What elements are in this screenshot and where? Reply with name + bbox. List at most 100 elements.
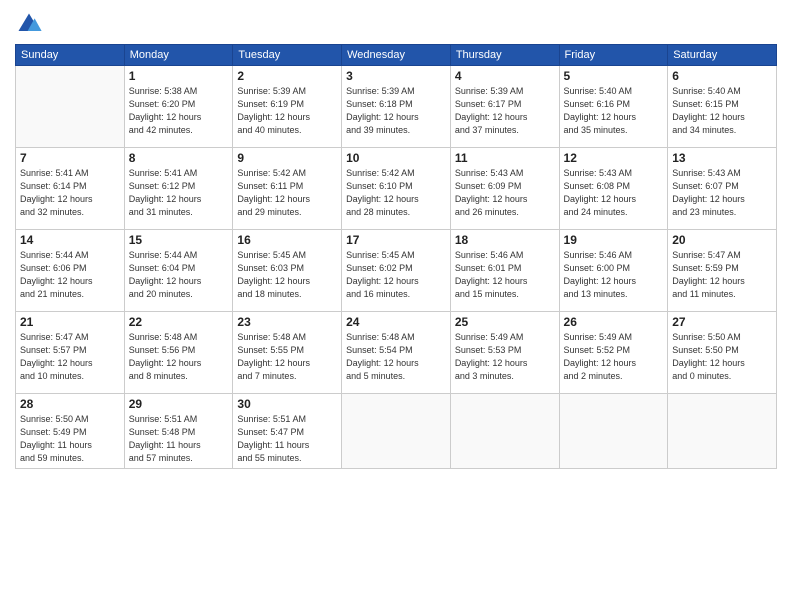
weekday-header-friday: Friday — [559, 45, 668, 66]
day-info: Sunrise: 5:42 AMSunset: 6:10 PMDaylight:… — [346, 167, 446, 219]
day-number: 25 — [455, 315, 555, 329]
calendar-cell: 24 Sunrise: 5:48 AMSunset: 5:54 PMDayligh… — [342, 312, 451, 394]
calendar-cell: 4 Sunrise: 5:39 AMSunset: 6:17 PMDaylight… — [450, 66, 559, 148]
calendar-cell: 1Sunrise: 5:38 AMSunset: 6:20 PMDaylight… — [124, 66, 233, 148]
week-row-1: 1Sunrise: 5:38 AMSunset: 6:20 PMDaylight… — [16, 66, 777, 148]
day-number: 30 — [237, 397, 337, 411]
calendar-cell: 14 Sunrise: 5:44 AMSunset: 6:06 PMDayligh… — [16, 230, 125, 312]
calendar-cell: 13 Sunrise: 5:43 AMSunset: 6:07 PMDayligh… — [668, 148, 777, 230]
day-number: 14 — [20, 233, 120, 247]
weekday-header-row: SundayMondayTuesdayWednesdayThursdayFrid… — [16, 45, 777, 66]
calendar-cell: 26 Sunrise: 5:49 AMSunset: 5:52 PMDayligh… — [559, 312, 668, 394]
calendar-cell: 30 Sunrise: 5:51 AMSunset: 5:47 PMDayligh… — [233, 394, 342, 469]
day-info: Sunrise: 5:46 AMSunset: 6:01 PMDaylight:… — [455, 249, 555, 301]
day-info: Sunrise: 5:44 AMSunset: 6:06 PMDaylight:… — [20, 249, 120, 301]
calendar-cell: 11 Sunrise: 5:43 AMSunset: 6:09 PMDayligh… — [450, 148, 559, 230]
calendar-cell: 20 Sunrise: 5:47 AMSunset: 5:59 PMDayligh… — [668, 230, 777, 312]
day-info: Sunrise: 5:51 AMSunset: 5:47 PMDaylight:… — [237, 413, 337, 465]
calendar-cell: 9 Sunrise: 5:42 AMSunset: 6:11 PMDaylight… — [233, 148, 342, 230]
day-info: Sunrise: 5:50 AMSunset: 5:50 PMDaylight:… — [672, 331, 772, 383]
weekday-header-saturday: Saturday — [668, 45, 777, 66]
day-number: 16 — [237, 233, 337, 247]
day-info: Sunrise: 5:49 AMSunset: 5:53 PMDaylight:… — [455, 331, 555, 383]
page: SundayMondayTuesdayWednesdayThursdayFrid… — [0, 0, 792, 612]
calendar-cell: 18 Sunrise: 5:46 AMSunset: 6:01 PMDayligh… — [450, 230, 559, 312]
calendar-cell: 19 Sunrise: 5:46 AMSunset: 6:00 PMDayligh… — [559, 230, 668, 312]
day-info: Sunrise: 5:39 AMSunset: 6:19 PMDaylight:… — [237, 85, 337, 137]
calendar-cell: 2Sunrise: 5:39 AMSunset: 6:19 PMDaylight… — [233, 66, 342, 148]
week-row-4: 21Sunrise: 5:47 AMSunset: 5:57 PMDayligh… — [16, 312, 777, 394]
weekday-header-tuesday: Tuesday — [233, 45, 342, 66]
calendar-cell: 16 Sunrise: 5:45 AMSunset: 6:03 PMDayligh… — [233, 230, 342, 312]
day-number: 17 — [346, 233, 446, 247]
calendar-cell: 23 Sunrise: 5:48 AMSunset: 5:55 PMDayligh… — [233, 312, 342, 394]
calendar-cell — [450, 394, 559, 469]
weekday-header-sunday: Sunday — [16, 45, 125, 66]
day-info: Sunrise: 5:44 AMSunset: 6:04 PMDaylight:… — [129, 249, 229, 301]
day-info: Sunrise: 5:45 AMSunset: 6:02 PMDaylight:… — [346, 249, 446, 301]
calendar-cell — [668, 394, 777, 469]
day-number: 11 — [455, 151, 555, 165]
day-info: Sunrise: 5:43 AMSunset: 6:07 PMDaylight:… — [672, 167, 772, 219]
day-info: Sunrise: 5:41 AMSunset: 6:12 PMDaylight:… — [129, 167, 229, 219]
logo — [15, 10, 47, 38]
calendar-cell: 28 Sunrise: 5:50 AMSunset: 5:49 PMDayligh… — [16, 394, 125, 469]
day-info: Sunrise: 5:43 AMSunset: 6:09 PMDaylight:… — [455, 167, 555, 219]
calendar-cell: 21Sunrise: 5:47 AMSunset: 5:57 PMDayligh… — [16, 312, 125, 394]
day-number: 26 — [564, 315, 664, 329]
day-info: Sunrise: 5:39 AMSunset: 6:17 PMDaylight:… — [455, 85, 555, 137]
day-number: 19 — [564, 233, 664, 247]
day-info: Sunrise: 5:40 AMSunset: 6:15 PMDaylight:… — [672, 85, 772, 137]
day-number: 7 — [20, 151, 120, 165]
day-number: 24 — [346, 315, 446, 329]
day-info: Sunrise: 5:38 AMSunset: 6:20 PMDaylight:… — [129, 85, 229, 137]
day-number: 29 — [129, 397, 229, 411]
calendar-cell: 7 Sunrise: 5:41 AMSunset: 6:14 PMDaylight… — [16, 148, 125, 230]
day-info: Sunrise: 5:48 AMSunset: 5:56 PMDaylight:… — [129, 331, 229, 383]
day-number: 10 — [346, 151, 446, 165]
day-info: Sunrise: 5:46 AMSunset: 6:00 PMDaylight:… — [564, 249, 664, 301]
day-info: Sunrise: 5:41 AMSunset: 6:14 PMDaylight:… — [20, 167, 120, 219]
calendar-cell — [342, 394, 451, 469]
week-row-5: 28 Sunrise: 5:50 AMSunset: 5:49 PMDayligh… — [16, 394, 777, 469]
day-number: 15 — [129, 233, 229, 247]
day-number: 13 — [672, 151, 772, 165]
weekday-header-thursday: Thursday — [450, 45, 559, 66]
weekday-header-monday: Monday — [124, 45, 233, 66]
day-info: Sunrise: 5:43 AMSunset: 6:08 PMDaylight:… — [564, 167, 664, 219]
calendar-cell: 27 Sunrise: 5:50 AMSunset: 5:50 PMDayligh… — [668, 312, 777, 394]
day-number: 27 — [672, 315, 772, 329]
day-number: 22 — [129, 315, 229, 329]
day-number: 20 — [672, 233, 772, 247]
day-info: Sunrise: 5:48 AMSunset: 5:54 PMDaylight:… — [346, 331, 446, 383]
header — [15, 10, 777, 38]
calendar-cell: 22 Sunrise: 5:48 AMSunset: 5:56 PMDayligh… — [124, 312, 233, 394]
calendar-cell: 17 Sunrise: 5:45 AMSunset: 6:02 PMDayligh… — [342, 230, 451, 312]
day-number: 3 — [346, 69, 446, 83]
day-number: 4 — [455, 69, 555, 83]
day-number: 28 — [20, 397, 120, 411]
calendar-cell: 15 Sunrise: 5:44 AMSunset: 6:04 PMDayligh… — [124, 230, 233, 312]
calendar-cell: 8Sunrise: 5:41 AMSunset: 6:12 PMDaylight… — [124, 148, 233, 230]
day-info: Sunrise: 5:47 AMSunset: 5:59 PMDaylight:… — [672, 249, 772, 301]
calendar-cell: 6 Sunrise: 5:40 AMSunset: 6:15 PMDaylight… — [668, 66, 777, 148]
calendar-cell: 10 Sunrise: 5:42 AMSunset: 6:10 PMDayligh… — [342, 148, 451, 230]
day-number: 6 — [672, 69, 772, 83]
calendar-cell: 3Sunrise: 5:39 AMSunset: 6:18 PMDaylight… — [342, 66, 451, 148]
day-number: 18 — [455, 233, 555, 247]
day-info: Sunrise: 5:49 AMSunset: 5:52 PMDaylight:… — [564, 331, 664, 383]
week-row-2: 7 Sunrise: 5:41 AMSunset: 6:14 PMDaylight… — [16, 148, 777, 230]
calendar-cell: 5Sunrise: 5:40 AMSunset: 6:16 PMDaylight… — [559, 66, 668, 148]
day-number: 12 — [564, 151, 664, 165]
day-number: 21 — [20, 315, 120, 329]
day-info: Sunrise: 5:50 AMSunset: 5:49 PMDaylight:… — [20, 413, 120, 465]
weekday-header-wednesday: Wednesday — [342, 45, 451, 66]
day-number: 23 — [237, 315, 337, 329]
calendar-cell: 25 Sunrise: 5:49 AMSunset: 5:53 PMDayligh… — [450, 312, 559, 394]
calendar-table: SundayMondayTuesdayWednesdayThursdayFrid… — [15, 44, 777, 469]
day-info: Sunrise: 5:40 AMSunset: 6:16 PMDaylight:… — [564, 85, 664, 137]
day-number: 9 — [237, 151, 337, 165]
day-info: Sunrise: 5:42 AMSunset: 6:11 PMDaylight:… — [237, 167, 337, 219]
day-info: Sunrise: 5:48 AMSunset: 5:55 PMDaylight:… — [237, 331, 337, 383]
day-info: Sunrise: 5:45 AMSunset: 6:03 PMDaylight:… — [237, 249, 337, 301]
